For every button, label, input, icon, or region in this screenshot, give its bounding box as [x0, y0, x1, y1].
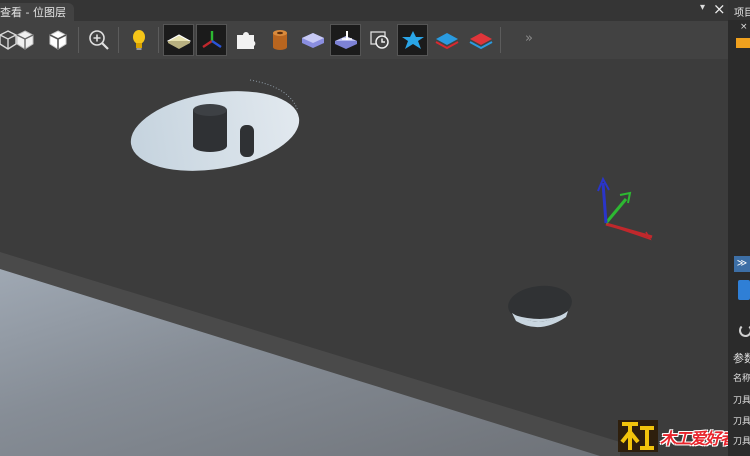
view-box-solid-alt-icon[interactable]	[42, 24, 73, 56]
toolpath-block-icon[interactable]	[330, 24, 361, 56]
watermark-text: 木工爱好者	[660, 429, 728, 448]
toolbar-separator	[118, 27, 119, 53]
document-tab-title: 查看 - 位图层	[0, 6, 66, 19]
layer-blue-icon[interactable]	[431, 24, 462, 56]
param-label-name: 名称	[733, 374, 750, 384]
document-tab[interactable]: 查看 - 位图层	[0, 3, 74, 22]
toolbar-overflow-icon[interactable]: »	[525, 31, 533, 46]
cylinder-stock-icon[interactable]	[264, 24, 295, 56]
right-panel: 项目 × ≫ 参数 名称 刀具 刀具 刀具	[728, 0, 750, 456]
view-box-solid-icon[interactable]	[9, 24, 40, 56]
plane-sheet-icon[interactable]	[163, 24, 194, 56]
3d-scene	[0, 59, 728, 456]
toolbar-separator	[158, 27, 159, 53]
param-label-tool-2: 刀具	[733, 417, 750, 427]
panel-undo-icon[interactable]	[739, 324, 750, 337]
param-label-tool-3: 刀具	[733, 437, 750, 447]
block-stock-icon[interactable]	[297, 24, 328, 56]
tab-dropdown-icon[interactable]: ▾	[700, 2, 705, 13]
axis-triad-icon[interactable]	[196, 24, 227, 56]
layer-red-icon[interactable]	[465, 24, 496, 56]
watermark-logo	[618, 420, 658, 452]
document-tab-bar: 查看 - 位图层 ▾ ×	[0, 0, 728, 22]
toolbar-separator	[78, 27, 79, 53]
panel-folder-icon[interactable]	[736, 38, 750, 48]
panel-close-icon[interactable]: ×	[740, 22, 748, 32]
light-bulb-icon[interactable]	[123, 24, 154, 56]
zoom-fit-icon[interactable]	[83, 24, 114, 56]
panel-save-icon[interactable]	[738, 280, 750, 300]
project-panel-title: 项目	[734, 8, 750, 19]
panel-expand-icon[interactable]: ≫	[734, 256, 750, 272]
clock-simulate-icon[interactable]	[364, 24, 395, 56]
project-panel-header: 项目	[728, 0, 750, 20]
toolbar-separator	[500, 27, 501, 53]
view-toolbar: »	[0, 21, 728, 59]
param-label-tool-1: 刀具	[733, 396, 750, 406]
tab-close-icon[interactable]: ×	[713, 0, 726, 18]
puzzle-part-icon[interactable]	[230, 24, 261, 56]
3d-viewport[interactable]: 木工爱好者	[0, 59, 728, 456]
params-section-title: 参数	[733, 352, 750, 365]
star-feature-icon[interactable]	[397, 24, 428, 56]
